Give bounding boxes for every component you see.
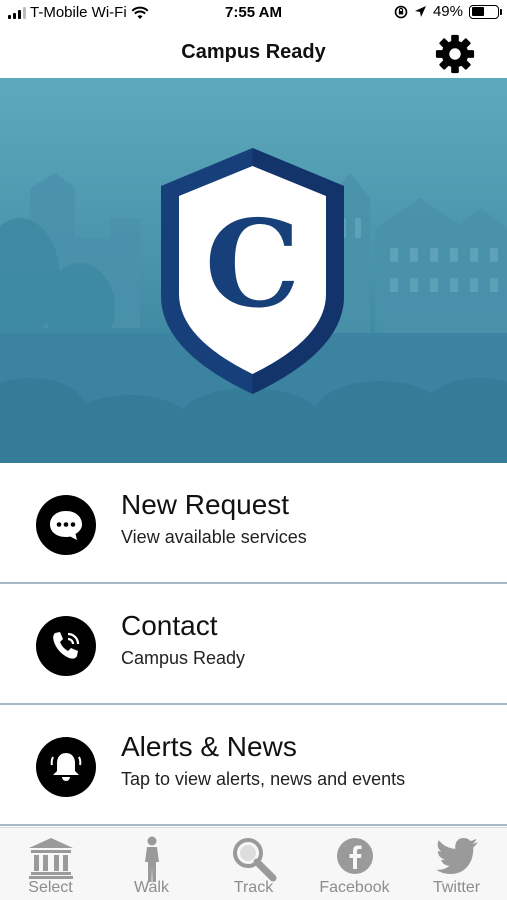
menu-item-title: Contact — [121, 610, 218, 641]
screen-lock-rotation-icon — [394, 5, 408, 18]
logo-letter: C — [205, 194, 301, 335]
twitter-bird-icon — [435, 838, 478, 874]
menu-item-subtitle: View available services — [121, 527, 307, 547]
menu-item-alerts-news[interactable]: Alerts & News Tap to view alerts, news a… — [0, 705, 507, 826]
facebook-icon — [336, 838, 373, 874]
tab-twitter[interactable]: Twitter — [406, 828, 507, 900]
tab-facebook[interactable]: Facebook — [304, 828, 405, 900]
magnifier-icon — [232, 838, 276, 882]
menu-item-title: New Request — [121, 489, 290, 520]
menu-item-title: Alerts & News — [121, 731, 297, 762]
tab-select[interactable]: Select — [0, 828, 101, 900]
tab-label: Twitter — [432, 879, 481, 896]
bell-icon — [36, 737, 96, 797]
status-bar: T-Mobile Wi-Fi 7:55 AM 49% — [0, 0, 507, 28]
tab-label: Facebook — [319, 879, 390, 896]
chat-bubble-icon — [36, 495, 96, 555]
menu-item-subtitle: Campus Ready — [121, 648, 246, 668]
menu-item-new-request[interactable]: New Request View available services — [0, 463, 507, 584]
tab-label: Select — [28, 879, 73, 896]
campus-shield-logo: C — [161, 148, 344, 394]
menu-item-contact[interactable]: Contact Campus Ready — [0, 584, 507, 705]
tab-track[interactable]: Track — [203, 828, 304, 900]
building-icon — [28, 838, 73, 879]
walking-person-icon — [144, 836, 159, 882]
phone-icon — [36, 616, 96, 676]
tab-walk[interactable]: Walk — [101, 828, 202, 900]
tab-label: Walk — [134, 879, 169, 896]
hero-banner: C — [0, 78, 507, 463]
status-right: 49% — [394, 3, 502, 20]
location-arrow-icon — [414, 6, 426, 17]
tab-bar: Select Walk Track Facebook Twitter — [0, 827, 507, 900]
nav-bar: Campus Ready — [0, 28, 507, 78]
battery-icon — [469, 4, 502, 19]
menu-item-subtitle: Tap to view alerts, news and events — [121, 769, 406, 789]
gear-icon[interactable] — [433, 33, 477, 75]
battery-percent: 49% — [432, 3, 463, 20]
tab-label: Track — [233, 879, 274, 896]
page-title: Campus Ready — [181, 41, 326, 63]
